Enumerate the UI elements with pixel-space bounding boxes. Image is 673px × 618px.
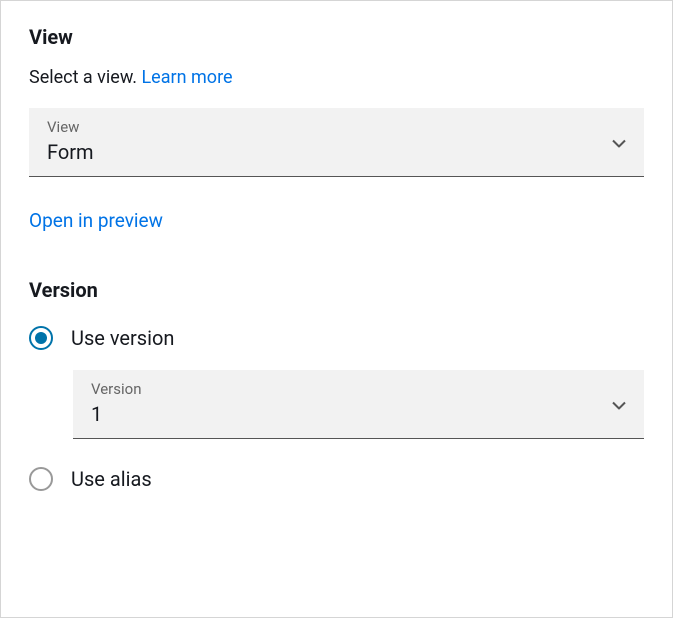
chevron-down-icon: [612, 133, 626, 152]
view-select-value: Form: [47, 140, 626, 164]
view-helper-text: Select a view. Learn more: [29, 67, 644, 88]
version-select-label: Version: [91, 380, 626, 398]
version-select-value: 1: [91, 402, 626, 426]
view-heading: View: [29, 25, 644, 49]
view-select[interactable]: View Form: [29, 108, 644, 177]
open-in-preview-link[interactable]: Open in preview: [29, 209, 163, 232]
version-select[interactable]: Version 1: [73, 370, 644, 439]
use-alias-label: Use alias: [71, 467, 152, 491]
helper-text: Select a view.: [29, 67, 141, 88]
version-radio-group: Use version Version 1 Use alias: [29, 326, 644, 491]
use-alias-option[interactable]: Use alias: [29, 467, 644, 491]
use-version-label: Use version: [71, 326, 174, 350]
use-version-radio[interactable]: [29, 326, 53, 350]
version-heading: Version: [29, 278, 644, 302]
view-select-label: View: [47, 118, 626, 136]
learn-more-link[interactable]: Learn more: [141, 67, 232, 88]
settings-panel: View Select a view. Learn more View Form…: [0, 0, 673, 618]
chevron-down-icon: [612, 395, 626, 414]
use-alias-radio[interactable]: [29, 467, 53, 491]
use-version-option[interactable]: Use version: [29, 326, 644, 350]
